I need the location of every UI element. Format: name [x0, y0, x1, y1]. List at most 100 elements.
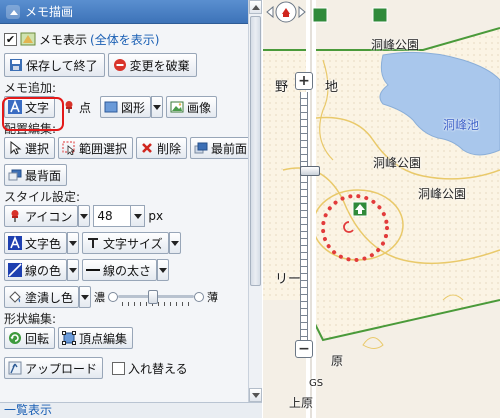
line-color-dropdown-arrow[interactable] — [67, 259, 80, 281]
fill-color-button[interactable]: 塗潰し色 — [4, 286, 80, 308]
text-color-button[interactable]: 文字色 — [4, 232, 68, 254]
cursor-icon — [10, 141, 22, 155]
delete-button[interactable]: 削除 — [136, 137, 188, 159]
delete-button-label: 削除 — [157, 141, 182, 156]
zoom-in-button[interactable]: + — [295, 72, 313, 90]
replace-checkbox[interactable] — [112, 361, 126, 375]
icon-select-label: アイコン — [25, 209, 73, 224]
point-button-label: 点 — [79, 100, 92, 115]
upload-row: アップロード 入れ替える — [4, 356, 257, 380]
text-size-dropdown-arrow[interactable] — [168, 232, 181, 254]
shape-button[interactable]: 図形 — [100, 96, 152, 118]
bring-front-button-label: 最前面 — [211, 141, 248, 156]
shape-button-label: 図形 — [121, 100, 146, 115]
send-back-button[interactable]: 最背面 — [4, 164, 68, 186]
park-icon-top-2 — [372, 7, 388, 23]
line-width-select[interactable]: 線の太さ — [82, 259, 170, 281]
range-select-button[interactable]: 範囲選択 — [58, 137, 134, 159]
vertex-edit-icon — [62, 331, 77, 345]
memo-show-label: メモ表示 — [39, 32, 88, 47]
park-icon-top — [312, 7, 328, 23]
zoom-out-button[interactable]: − — [295, 340, 313, 358]
panel-scrollbar[interactable] — [248, 0, 262, 402]
discard-button[interactable]: 変更を破棄 — [107, 53, 197, 77]
rotate-button[interactable]: 回転 — [4, 327, 56, 349]
bring-front-button[interactable]: 最前面 — [190, 137, 254, 159]
layout-row-2: 最背面 — [4, 163, 257, 187]
opacity-dark-label: 濃 — [94, 291, 106, 304]
delete-icon — [142, 143, 152, 153]
text-color-dropdown-arrow[interactable] — [67, 232, 80, 254]
icon-select[interactable]: アイコン — [4, 205, 91, 227]
pan-right-arrow[interactable] — [298, 5, 306, 19]
text-button-highlight — [2, 97, 64, 131]
icon-size-value: 48 — [97, 209, 113, 223]
upload-button[interactable]: アップロード — [4, 357, 104, 379]
rotate-icon — [9, 332, 21, 344]
icon-dropdown-arrow[interactable] — [78, 205, 91, 227]
text-size-select[interactable]: 文字サイズ — [82, 232, 181, 254]
panel-header[interactable]: メモ描画 — [0, 0, 261, 24]
map-memo-icon — [20, 32, 36, 46]
panel-content: ✔ メモ表示 (全体を表示) 保存して終了 変更を破棄 メモ追加: 文字 点 図… — [0, 24, 261, 380]
upload-button-label: アップロード — [25, 361, 98, 376]
opacity-slider-thumb[interactable] — [147, 290, 158, 304]
scroll-down-button[interactable] — [249, 388, 262, 402]
fill-color-dropdown-arrow[interactable] — [79, 286, 92, 308]
paint-bucket-icon — [9, 291, 21, 303]
map-pan-control[interactable] — [263, 0, 309, 28]
pan-left-arrow[interactable] — [266, 5, 274, 19]
opacity-slider-right-cap[interactable] — [194, 292, 205, 302]
show-all-link[interactable]: (全体を表示) — [90, 31, 159, 48]
line-color-icon — [8, 263, 22, 277]
line-width-button[interactable]: 線の太さ — [82, 259, 158, 281]
text-size-icon — [88, 238, 99, 248]
shape-icon — [104, 101, 118, 113]
map-label-park-right: 洞峰公園 — [418, 187, 467, 201]
image-button-label: 画像 — [187, 100, 212, 115]
collapse-icon[interactable] — [6, 4, 20, 19]
discard-label: 変更を破棄 — [129, 58, 190, 73]
icon-select-button[interactable]: アイコン — [4, 205, 79, 227]
shape-edit-row: 回転 頂点編集 — [4, 326, 257, 350]
send-back-icon — [8, 169, 22, 181]
map-label-park-mid: 洞峰公園 — [373, 156, 422, 170]
style-row-4: 塗潰し色 濃 薄 — [4, 285, 257, 309]
zoom-thumb[interactable] — [300, 166, 320, 176]
map-label-chi: 地 — [325, 80, 339, 95]
line-width-dropdown-arrow[interactable] — [157, 259, 170, 281]
opacity-slider-left-cap[interactable] — [108, 292, 119, 302]
text-size-button[interactable]: 文字サイズ — [82, 232, 169, 254]
text-color-select[interactable]: 文字色 — [4, 232, 80, 254]
zoom-control[interactable]: + − — [295, 72, 320, 362]
pan-home-base — [283, 13, 289, 17]
icon-size-dropdown-arrow[interactable] — [130, 206, 145, 226]
shape-select[interactable]: 図形 — [100, 96, 164, 118]
save-exit-button[interactable]: 保存して終了 — [4, 53, 105, 77]
style-section-label: スタイル設定: — [4, 190, 81, 204]
line-color-button[interactable]: 線の色 — [4, 259, 68, 281]
text-color-icon — [8, 236, 22, 250]
fill-color-select[interactable]: 塗潰し色 — [4, 286, 92, 308]
shape-dropdown-arrow[interactable] — [151, 96, 164, 118]
discard-icon — [113, 59, 126, 71]
text-size-label: 文字サイズ — [103, 236, 163, 251]
line-color-select[interactable]: 線の色 — [4, 259, 80, 281]
add-section-label: メモ追加: — [4, 81, 57, 95]
memo-show-checkbox[interactable]: ✔ — [4, 32, 17, 46]
vertex-edit-button[interactable]: 頂点編集 — [58, 327, 134, 349]
save-exit-label: 保存して終了 — [26, 58, 98, 73]
select-button[interactable]: 選択 — [4, 137, 56, 159]
map-view[interactable]: 洞峰公園 洞峰公園 洞峰公園 洞峰池 野 地 リー 原 GS 上原 + − — [263, 0, 500, 418]
line-width-label: 線の太さ — [103, 263, 152, 278]
icon-size-input[interactable]: 48 — [93, 205, 146, 227]
app-root: メモ描画 ✔ メモ表示 (全体を表示) 保存して終了 変更を破棄 メモ追加: 文… — [0, 0, 500, 418]
size-unit: px — [148, 209, 164, 223]
opacity-slider[interactable] — [108, 288, 205, 306]
list-view-link[interactable]: 一覧表示 — [4, 403, 52, 417]
scroll-thumb[interactable] — [250, 16, 261, 286]
image-button[interactable]: 画像 — [166, 96, 218, 118]
zoom-track[interactable] — [300, 92, 320, 340]
layout-row-1: 選択 範囲選択 削除 最前面 — [4, 136, 257, 160]
scroll-up-button[interactable] — [249, 0, 262, 14]
